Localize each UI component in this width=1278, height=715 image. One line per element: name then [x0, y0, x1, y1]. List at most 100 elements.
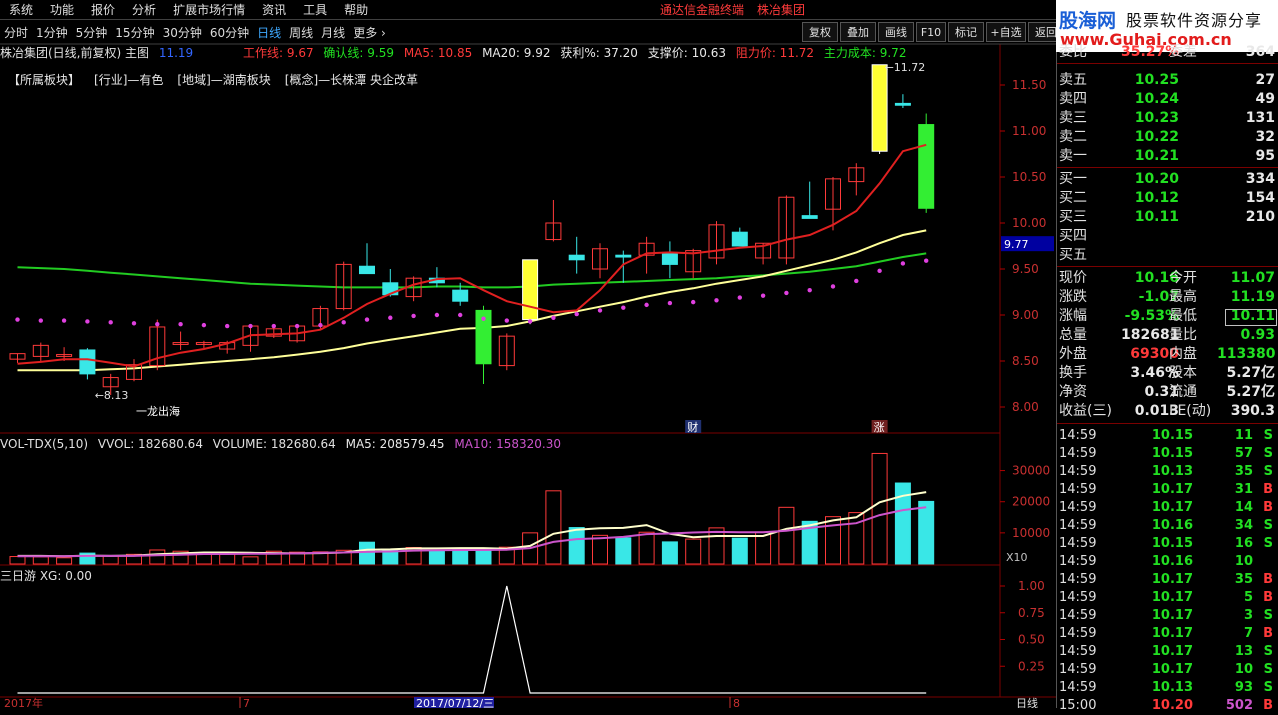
xg-signal-line: [17, 585, 927, 694]
tick-volume: 11: [1234, 428, 1253, 443]
order-diff-value: 364: [1245, 44, 1275, 60]
kline-chart-area[interactable]: 11.50 11.00 10.50 10.00 9.50 9.00 8.50 8.00 9.77…: [0, 0, 1056, 708]
bid-label: 买三: [1059, 209, 1087, 225]
volume-bar-39: [918, 500, 935, 565]
volume-bar-37: [871, 452, 888, 565]
tick-row-7: 14:59 10.16 10: [1057, 553, 1278, 571]
ask-row-2: 卖三 10.23 131: [1057, 109, 1278, 128]
stat-label2: 最低: [1169, 308, 1197, 324]
tick-row-12: 14:59 10.17 13 S: [1057, 643, 1278, 661]
tick-time: 14:59: [1059, 626, 1097, 641]
tick-price: 10.16: [1151, 554, 1193, 569]
tick-time: 14:59: [1059, 464, 1097, 479]
tick-price: 10.17: [1151, 500, 1193, 515]
main-cost-dot: [807, 287, 812, 293]
tick-time: 14:59: [1059, 554, 1097, 569]
ask-label: 卖四: [1059, 91, 1087, 107]
tick-side: S: [1263, 662, 1273, 677]
quote-separator: [1057, 167, 1278, 168]
main-cost-dot: [667, 300, 673, 306]
stat-label: 现价: [1059, 270, 1087, 286]
ask-label: 卖一: [1059, 148, 1087, 164]
stat-label2: 股本: [1169, 365, 1197, 381]
main-cost-dot: [691, 299, 696, 305]
bid-row-0: 买一 10.20 334: [1057, 170, 1278, 189]
candle-3: [79, 348, 96, 380]
candle-30: [708, 221, 725, 265]
candle-25: [592, 243, 608, 279]
ask-price: 10.25: [1134, 72, 1179, 88]
bid-label: 买五: [1059, 247, 1087, 263]
main-cost-dot: [830, 284, 836, 289]
tick-side: B: [1263, 482, 1273, 497]
volume-info: VOL-TDX(5,10) VVOL: 182680.64 VOLUME: 18…: [0, 437, 567, 451]
price-tick-label: 10.50: [1012, 170, 1046, 184]
tick-time: 14:59: [1059, 590, 1097, 605]
main-cost-dot: [178, 322, 183, 327]
candle-7: [172, 331, 189, 350]
stat-label: 收益(三): [1059, 403, 1112, 419]
tick-price: 10.16: [1151, 518, 1193, 533]
volume-bar-2: [56, 557, 73, 565]
tick-row-15: 15:00 10.20 502 B: [1057, 697, 1278, 715]
stat-label: 涨跌: [1059, 289, 1087, 305]
tick-side: S: [1263, 536, 1273, 551]
main-cost-dot: [784, 290, 789, 296]
main-cost-dot: [108, 320, 113, 325]
tick-time: 14:59: [1059, 536, 1097, 551]
candle-body: [522, 259, 539, 321]
bid-volume: 154: [1245, 190, 1275, 206]
stat-label: 外盘: [1059, 346, 1087, 362]
main-cost-dot: [900, 261, 906, 266]
stat-row-1: 涨跌 -1.07 最高 11.19: [1057, 288, 1278, 307]
volume-bar-15: [359, 541, 375, 565]
ask-label: 卖三: [1059, 110, 1087, 126]
high-price-label: ←11.72: [885, 61, 926, 74]
price-tick-label: 11.00: [1012, 124, 1046, 138]
tick-side: S: [1263, 680, 1273, 695]
tick-row-0: 14:59 10.15 11 S: [1057, 427, 1278, 445]
price-tick-label: 9.50: [1012, 262, 1039, 276]
volume-bar-18: [428, 549, 445, 565]
tick-price: 10.17: [1151, 644, 1193, 659]
main-cost-dot: [85, 319, 90, 324]
tick-side: S: [1263, 464, 1273, 479]
tick-volume: 14: [1234, 500, 1253, 515]
candle-6: [149, 319, 166, 371]
price-tick-label: 8.50: [1012, 354, 1039, 368]
candle-38: [894, 94, 911, 108]
stat-value2: 11.19: [1230, 289, 1275, 305]
bid-volume: 334: [1245, 171, 1275, 187]
vol-ma5-line: [17, 491, 927, 558]
current-price-marker-label: 9.77: [1004, 238, 1029, 251]
tick-price: 10.17: [1151, 626, 1193, 641]
volume-bar-1: [32, 556, 49, 565]
stat-label2: 今开: [1169, 270, 1197, 286]
tick-row-8: 14:59 10.17 35 B: [1057, 571, 1278, 589]
candle-31: [731, 227, 748, 247]
bid-row-1: 买二 10.12 154: [1057, 189, 1278, 208]
candle-body: [359, 265, 375, 275]
volume-bar-35: [825, 516, 841, 565]
bid-volume: 210: [1245, 209, 1275, 225]
main-cost-dot: [248, 323, 253, 329]
candle-39: [918, 113, 935, 213]
bid-label: 买二: [1059, 190, 1087, 206]
tick-price: 10.15: [1151, 446, 1193, 461]
x-axis-month-8: 8: [733, 697, 740, 708]
price-tick-label: 8.00: [1012, 400, 1039, 414]
main-cost-dot: [597, 308, 603, 313]
candle-body: [79, 349, 96, 375]
tick-volume: 13: [1234, 644, 1253, 659]
tick-row-9: 14:59 10.17 5 B: [1057, 589, 1278, 607]
volume-bar-6: [149, 549, 166, 565]
tick-side: B: [1263, 572, 1273, 587]
tick-side: S: [1263, 608, 1273, 623]
main-cost-dot: [294, 323, 300, 329]
candle-body: [661, 251, 678, 265]
volume-bar-10: [242, 556, 259, 565]
candle-0: [9, 353, 26, 363]
main-cost-dot: [131, 321, 137, 326]
tick-price: 10.13: [1151, 680, 1193, 695]
tick-volume: 34: [1234, 518, 1253, 533]
